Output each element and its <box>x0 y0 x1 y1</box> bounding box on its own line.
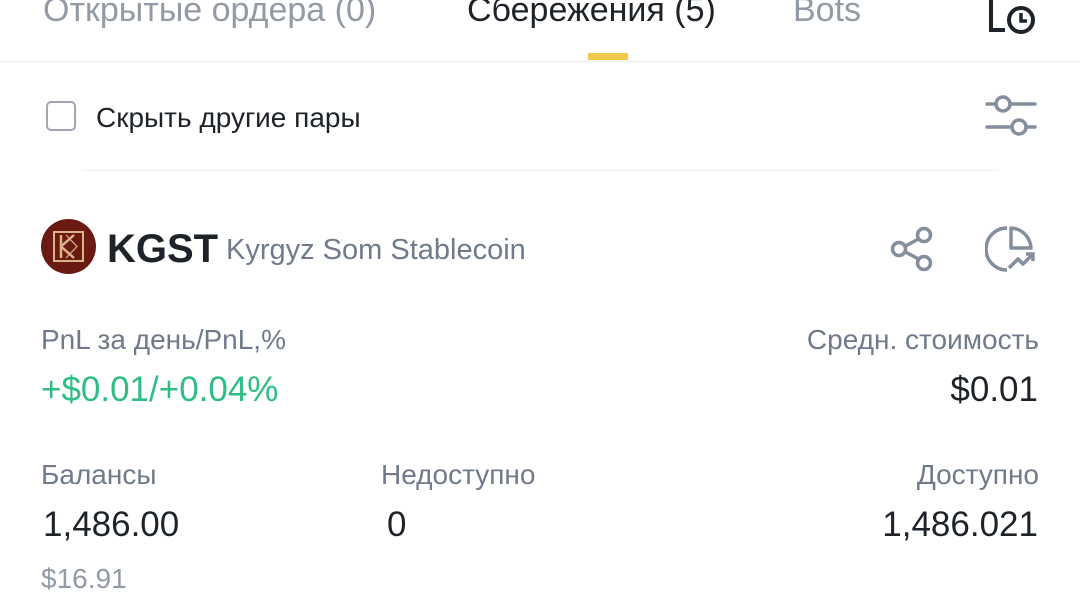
unavailable-value: 0 <box>387 505 407 544</box>
pnl-label: PnL за день/PnL,% <box>41 324 286 355</box>
available-value: 1,486.021 <box>882 505 1038 544</box>
kgst-coin-logo <box>41 219 96 274</box>
pie-chart-trend-icon[interactable] <box>985 224 1039 274</box>
asset-ticker: KGST <box>107 227 219 271</box>
order-history-icon[interactable] <box>985 0 1039 40</box>
filter-sliders-icon[interactable] <box>985 93 1037 139</box>
tab-bots[interactable]: Bots <box>793 0 861 32</box>
asset-full-name: Kyrgyz Som Stablecoin <box>226 234 526 266</box>
share-icon[interactable] <box>888 226 936 272</box>
unavailable-label: Недоступно <box>381 459 536 490</box>
avg-cost-label: Средн. стоимость <box>806 324 1039 355</box>
balances-value: 1,486.00 <box>43 505 180 544</box>
tab-bar: Открытые ордера (0) Сбережения (5) Bots <box>0 0 1080 62</box>
tab-open-orders[interactable]: Открытые ордера (0) <box>43 0 376 32</box>
available-label: Доступно <box>916 459 1039 490</box>
avg-cost-value: $0.01 <box>950 370 1038 409</box>
tab-savings[interactable]: Сбережения (5) <box>467 0 716 32</box>
hide-other-pairs-label[interactable]: Скрыть другие пары <box>96 100 361 136</box>
balances-label: Балансы <box>41 459 157 490</box>
section-divider <box>82 170 998 171</box>
active-tab-indicator <box>588 53 628 60</box>
hide-other-pairs-checkbox[interactable] <box>46 101 76 131</box>
balances-usd-value: $16.91 <box>41 563 127 594</box>
pnl-value: +$0.01/+0.04% <box>41 370 279 409</box>
